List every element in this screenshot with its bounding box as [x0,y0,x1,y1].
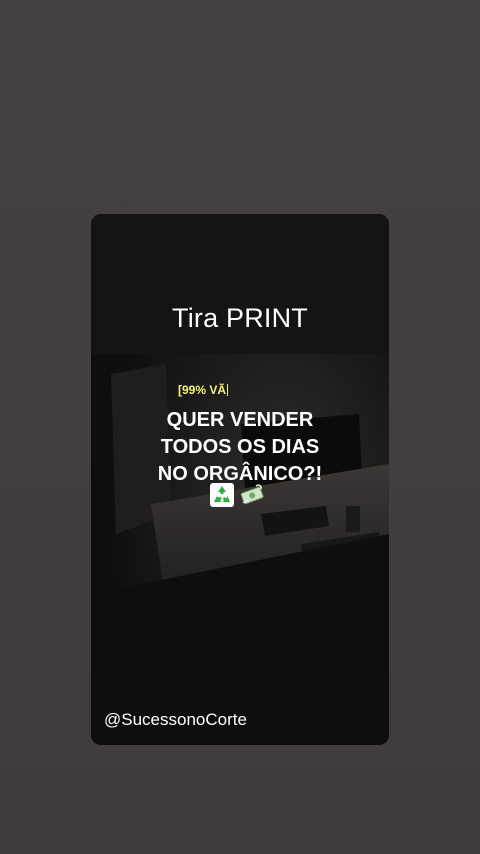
text-cursor [227,384,229,396]
story-headline: QUER VENDER TODOS OS DIAS NO ORGÂNICO?! [91,407,389,488]
story-title: Tira PRINT [172,303,308,333]
headline-line-2: TODOS OS DIAS [160,436,320,458]
screen: Tira PRINT [99% VÃ QUER VENDER TODOS OS … [0,0,480,854]
story-subtitle: [99% VÃ [178,383,229,397]
recycle-icon [210,483,234,507]
subtitle-text: [99% VÃ [178,383,227,397]
money-icon [240,484,264,505]
emoji-row [209,482,265,508]
headline-line-1: QUER VENDER [166,409,314,431]
creator-handle[interactable]: @SucessonoCorte [104,710,247,730]
story-card[interactable]: Tira PRINT [99% VÃ QUER VENDER TODOS OS … [91,214,389,745]
